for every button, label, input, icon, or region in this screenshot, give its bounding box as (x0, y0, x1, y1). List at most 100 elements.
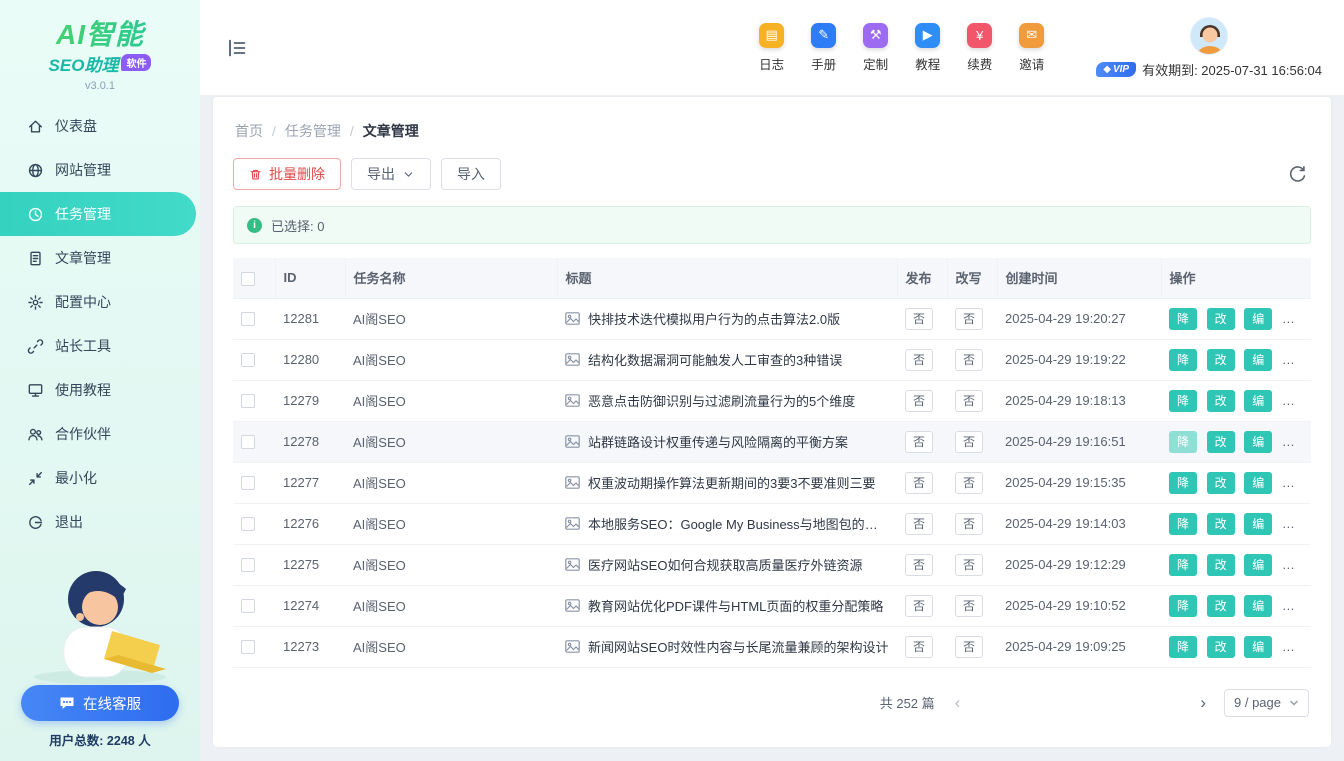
row-checkbox[interactable] (241, 312, 255, 326)
sidebar-item-tutorial[interactable]: 使用教程 (0, 368, 200, 412)
rewrite-status-button[interactable]: 否 (955, 431, 983, 453)
row-checkbox[interactable] (241, 394, 255, 408)
publish-status-button[interactable]: 否 (905, 513, 933, 535)
edit-button[interactable]: 编 (1244, 431, 1272, 453)
publish-status-button[interactable]: 否 (905, 595, 933, 617)
demote-button[interactable]: 降 (1169, 472, 1197, 494)
prev-page-button[interactable]: ‹ (949, 694, 967, 711)
page-number[interactable] (1098, 689, 1126, 717)
quick-link-invite[interactable]: ✉ 邀请 (1019, 23, 1044, 73)
breadcrumb-home[interactable]: 首页 (235, 121, 263, 141)
rewrite-button[interactable]: 改 (1207, 431, 1235, 453)
demote-button[interactable]: 降 (1169, 431, 1197, 453)
page-size-select[interactable]: 9 / page (1224, 689, 1309, 717)
breadcrumb-task-management[interactable]: 任务管理 (285, 121, 341, 141)
rewrite-status-button[interactable]: 否 (955, 513, 983, 535)
publish-status-button[interactable]: 否 (905, 431, 933, 453)
online-support-button[interactable]: 在线客服 (21, 685, 179, 721)
delete-button[interactable]: 删 (1282, 636, 1310, 658)
rewrite-status-button[interactable]: 否 (955, 554, 983, 576)
delete-button[interactable]: 删 (1282, 390, 1310, 412)
page-number[interactable] (1066, 689, 1094, 717)
collapse-sidebar-icon[interactable] (226, 37, 248, 59)
edit-button[interactable]: 编 (1244, 390, 1272, 412)
page-number[interactable] (1034, 689, 1062, 717)
rewrite-button[interactable]: 改 (1207, 472, 1235, 494)
page-number[interactable] (970, 689, 998, 717)
row-checkbox[interactable] (241, 476, 255, 490)
row-checkbox[interactable] (241, 558, 255, 572)
quick-link-manual[interactable]: ✎ 手册 (811, 23, 836, 73)
publish-status-button[interactable]: 否 (905, 554, 933, 576)
page-number[interactable] (1162, 689, 1190, 717)
rewrite-button[interactable]: 改 (1207, 513, 1235, 535)
sidebar-item-articles[interactable]: 文章管理 (0, 236, 200, 280)
edit-button[interactable]: 编 (1244, 636, 1272, 658)
delete-button[interactable]: 删 (1282, 349, 1310, 371)
row-checkbox[interactable] (241, 640, 255, 654)
sidebar-item-minimize[interactable]: 最小化 (0, 456, 200, 500)
batch-delete-button[interactable]: 批量删除 (233, 158, 341, 190)
page-number[interactable] (1130, 689, 1158, 717)
quick-link-course[interactable]: ▶ 教程 (915, 23, 940, 73)
sidebar-item-tools[interactable]: 站长工具 (0, 324, 200, 368)
publish-status-button[interactable]: 否 (905, 349, 933, 371)
edit-button[interactable]: 编 (1244, 595, 1272, 617)
delete-button[interactable]: 删 (1282, 308, 1310, 330)
demote-button[interactable]: 降 (1169, 513, 1197, 535)
rewrite-button[interactable]: 改 (1207, 554, 1235, 576)
rewrite-status-button[interactable]: 否 (955, 349, 983, 371)
row-checkbox[interactable] (241, 517, 255, 531)
publish-status-button[interactable]: 否 (905, 472, 933, 494)
sidebar-item-settings[interactable]: 配置中心 (0, 280, 200, 324)
rewrite-button[interactable]: 改 (1207, 636, 1235, 658)
edit-button[interactable]: 编 (1244, 349, 1272, 371)
import-button[interactable]: 导入 (441, 158, 501, 190)
refresh-icon[interactable] (1288, 165, 1307, 184)
demote-button[interactable]: 降 (1169, 554, 1197, 576)
avatar[interactable] (1190, 17, 1228, 55)
export-button[interactable]: 导出 (351, 158, 431, 190)
delete-button[interactable]: 删 (1282, 431, 1310, 453)
select-all-checkbox[interactable] (241, 272, 255, 286)
delete-button[interactable]: 删 (1282, 595, 1310, 617)
rewrite-status-button[interactable]: 否 (955, 390, 983, 412)
publish-status-button[interactable]: 否 (905, 308, 933, 330)
rewrite-status-button[interactable]: 否 (955, 595, 983, 617)
next-page-button[interactable]: › (1194, 694, 1212, 711)
page-number[interactable] (1002, 689, 1030, 717)
demote-button[interactable]: 降 (1169, 308, 1197, 330)
delete-button[interactable]: 删 (1282, 513, 1310, 535)
col-publish: 发布 (897, 258, 947, 298)
demote-button[interactable]: 降 (1169, 390, 1197, 412)
sidebar-item-dashboard[interactable]: 仪表盘 (0, 104, 200, 148)
quick-link-custom[interactable]: ⚒ 定制 (863, 23, 888, 73)
edit-button[interactable]: 编 (1244, 554, 1272, 576)
publish-status-button[interactable]: 否 (905, 636, 933, 658)
rewrite-button[interactable]: 改 (1207, 308, 1235, 330)
rewrite-status-button[interactable]: 否 (955, 308, 983, 330)
rewrite-button[interactable]: 改 (1207, 595, 1235, 617)
demote-button[interactable]: 降 (1169, 349, 1197, 371)
sidebar-item-tasks[interactable]: 任务管理 (0, 192, 196, 236)
rewrite-button[interactable]: 改 (1207, 390, 1235, 412)
delete-button[interactable]: 删 (1282, 472, 1310, 494)
demote-button[interactable]: 降 (1169, 595, 1197, 617)
edit-button[interactable]: 编 (1244, 513, 1272, 535)
publish-status-button[interactable]: 否 (905, 390, 933, 412)
quick-link-renew[interactable]: ¥ 续费 (967, 23, 992, 73)
row-checkbox[interactable] (241, 435, 255, 449)
delete-button[interactable]: 删 (1282, 554, 1310, 576)
rewrite-status-button[interactable]: 否 (955, 636, 983, 658)
sidebar-item-logout[interactable]: 退出 (0, 500, 200, 544)
row-checkbox[interactable] (241, 599, 255, 613)
row-checkbox[interactable] (241, 353, 255, 367)
demote-button[interactable]: 降 (1169, 636, 1197, 658)
quick-link-log[interactable]: ▤ 日志 (759, 23, 784, 73)
sidebar-item-partners[interactable]: 合作伙伴 (0, 412, 200, 456)
rewrite-button[interactable]: 改 (1207, 349, 1235, 371)
rewrite-status-button[interactable]: 否 (955, 472, 983, 494)
edit-button[interactable]: 编 (1244, 308, 1272, 330)
edit-button[interactable]: 编 (1244, 472, 1272, 494)
sidebar-item-website[interactable]: 网站管理 (0, 148, 200, 192)
